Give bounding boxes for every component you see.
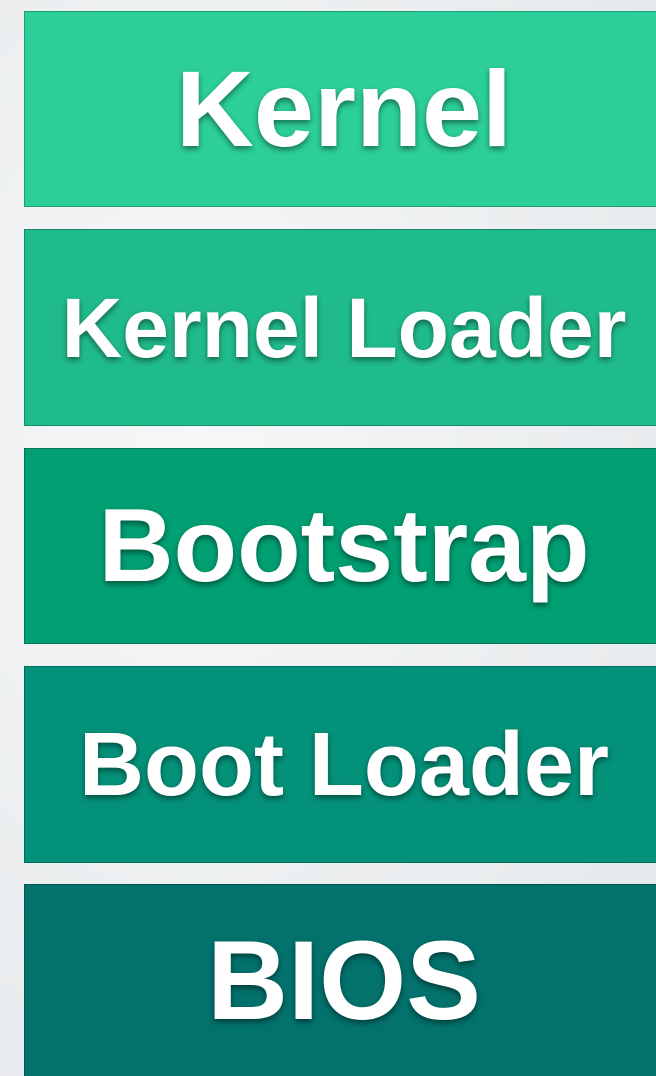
layer-bootstrap-label: Bootstrap (98, 488, 590, 604)
layer-kernel-label: Kernel (175, 48, 513, 169)
layer-kernel-loader-label: Kernel Loader (61, 280, 627, 375)
layer-bios-label: BIOS (207, 917, 481, 1043)
boot-stack-diagram: Kernel Kernel Loader Bootstrap Boot Load… (0, 0, 656, 1076)
layer-boot-loader-label: Boot Loader (79, 714, 609, 815)
layer-kernel: Kernel (24, 11, 656, 207)
layer-boot-loader: Boot Loader (24, 666, 656, 863)
layer-bootstrap: Bootstrap (24, 448, 656, 644)
layer-bios: BIOS (24, 884, 656, 1076)
layer-kernel-loader: Kernel Loader (24, 229, 656, 426)
